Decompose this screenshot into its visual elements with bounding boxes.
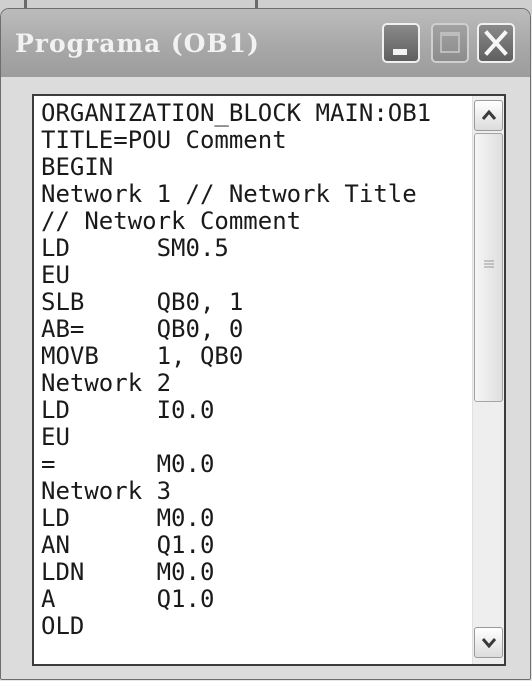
code-line: EU: [41, 262, 70, 289]
title-bar[interactable]: Programa (OB1): [1, 9, 530, 77]
close-icon: [484, 30, 508, 56]
code-line: LDN M0.0: [41, 559, 215, 586]
vertical-scrollbar[interactable]: [472, 96, 504, 664]
minimize-button[interactable]: [382, 23, 420, 63]
code-line: AB= QB0, 0: [41, 316, 244, 343]
code-line: OLD: [41, 613, 85, 640]
code-line: BEGIN: [41, 154, 114, 181]
code-line: A Q1.0: [41, 586, 215, 613]
code-line: MOVB 1, QB0: [41, 343, 244, 370]
maximize-button[interactable]: [431, 23, 469, 63]
code-line: = M0.0: [41, 451, 215, 478]
code-line: TITLE=POU Comment: [41, 127, 287, 154]
scroll-down-button[interactable]: [474, 627, 503, 658]
maximize-icon: [440, 32, 460, 53]
code-line: Network 1 // Network Title: [41, 181, 417, 208]
scroll-grip-icon: [484, 260, 494, 268]
code-line: EU: [41, 424, 70, 451]
window-title: Programa (OB1): [15, 29, 260, 58]
code-line: AN Q1.0: [41, 532, 215, 559]
code-listing[interactable]: ORGANIZATION_BLOCK MAIN:OB1 TITLE=POU Co…: [41, 100, 469, 640]
program-window: Programa (OB1) ORGANIZATION_BLOCK MAIN:O…: [0, 8, 531, 680]
chevron-up-icon: [481, 109, 497, 120]
code-line: LD M0.0: [41, 505, 215, 532]
code-line: SLB QB0, 1: [41, 289, 244, 316]
code-line: LD SM0.5: [41, 235, 229, 262]
code-line: // Network Comment: [41, 208, 302, 235]
code-line: LD I0.0: [41, 397, 215, 424]
close-button[interactable]: [477, 23, 515, 63]
code-line: Network 2: [41, 370, 172, 397]
chevron-down-icon: [481, 638, 497, 648]
code-line: ORGANIZATION_BLOCK MAIN:OB1: [41, 100, 432, 127]
code-editor[interactable]: ORGANIZATION_BLOCK MAIN:OB1 TITLE=POU Co…: [32, 94, 506, 666]
minimize-icon: [393, 49, 407, 55]
scroll-thumb[interactable]: [474, 133, 503, 402]
scroll-up-button[interactable]: [474, 100, 503, 131]
code-line: Network 3: [41, 478, 172, 505]
